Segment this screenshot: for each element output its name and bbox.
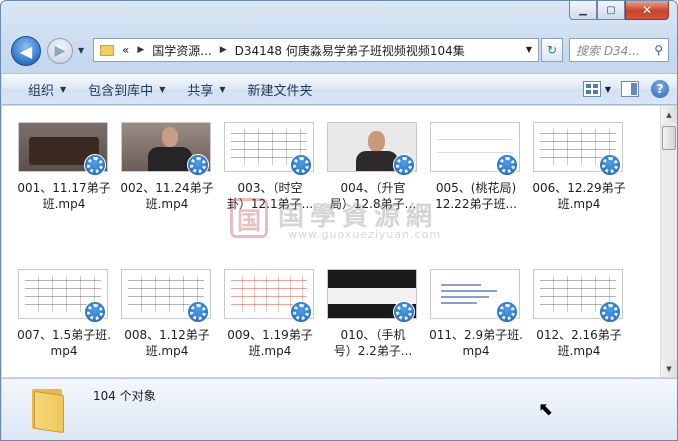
minimize-button[interactable]: ▁ [569,1,597,20]
item-count: 104 个对象 [93,389,156,403]
organize-label: 组织 [28,83,55,99]
close-button[interactable]: ✕ [625,1,669,20]
video-player-icon [496,301,518,323]
file-name: 001、11.17弟子 班.mp4 [17,181,111,211]
mouse-cursor-icon: ⬉ [538,399,554,420]
maximize-button[interactable]: ▢ [597,1,625,20]
video-player-icon [84,154,106,176]
share-menu[interactable]: 共享 ▼ [187,80,225,99]
recent-pages-dropdown[interactable]: ▼ [78,46,84,55]
folder-icon [100,44,114,56]
folder-icon [30,387,70,434]
file-name: 004、（升官 局）12.8弟子... [329,181,417,211]
file-name: 012、2.16弟子 班.mp4 [536,328,622,358]
file-name: 007、1.5弟子班. mp4 [17,328,111,358]
watermark-url: www.guoxueziyuan.com [288,228,442,241]
view-options-dropdown[interactable]: ▼ [605,85,611,94]
breadcrumb-parent[interactable]: 国学资源... [152,42,211,59]
video-player-icon [84,301,106,323]
file-name: 008、1.12弟子 班.mp4 [124,328,210,358]
video-player-icon [290,154,312,176]
include-library-label: 包含到库中 [88,83,154,99]
refresh-button[interactable]: ↻ [541,38,563,62]
change-view-icon[interactable] [582,81,601,97]
chevron-down-icon: ▼ [60,84,67,94]
video-player-icon [187,301,209,323]
search-placeholder: 搜索 D34... [576,43,640,58]
breadcrumb-separator-icon[interactable]: ▶ [220,45,227,55]
video-player-icon [393,154,415,176]
forward-arrow-icon: ▶ [54,43,66,59]
video-player-icon [599,301,621,323]
video-player-icon [393,301,415,323]
scroll-up-icon[interactable]: ▲ [661,106,677,123]
new-folder-label: 新建文件夹 [247,83,313,99]
organize-menu[interactable]: 组织 ▼ [28,80,66,99]
video-player-icon [599,154,621,176]
video-player-icon [187,154,209,176]
file-name: 003、（时空 卦）12.1弟子... [226,181,314,211]
include-in-library-menu[interactable]: 包含到库中 ▼ [88,80,165,99]
caption-buttons: ▁ ▢ ✕ [569,1,669,20]
breadcrumb-separator-icon[interactable]: ▶ [137,45,144,55]
vertical-scrollbar[interactable]: ▲ ▼ [660,106,677,377]
file-name: 005、(桃花局) 12.22弟子班... [435,181,517,211]
video-player-icon [496,154,518,176]
file-name: 010、（手机 号）2.2弟子... [333,328,413,358]
search-input[interactable]: 搜索 D34... ⚲ [569,38,669,62]
file-name: 011、2.9弟子班. mp4 [429,328,523,358]
forward-button[interactable]: ▶ [47,38,73,64]
explorer-window: ▁ ▢ ✕ ◀ ▶ ▼ « ▶ 国学资源... ▶ D34148 何庚淼易学弟子… [0,0,678,441]
scrollbar-thumb[interactable] [662,126,676,150]
search-icon[interactable]: ⚲ [654,43,663,57]
chevron-down-icon: ▼ [219,84,226,94]
video-player-icon [290,301,312,323]
breadcrumb: « ▶ 国学资源... ▶ D34148 何庚淼易学弟子班视频视频104集 [122,42,465,59]
details-pane: 104 个对象 ⬉ [2,378,677,440]
scroll-down-icon[interactable]: ▼ [661,360,677,377]
file-name: 009、1.19弟子 班.mp4 [227,328,313,358]
file-name: 002、11.24弟子 班.mp4 [120,181,214,211]
help-icon[interactable]: ? [651,80,669,98]
file-view: 001、11.17弟子 班.mp4 002、11.24弟子 班.mp4 003、（时… [2,106,677,377]
new-folder-button[interactable]: 新建文件夹 [248,80,313,99]
file-name: 006、12.29弟子 班.mp4 [532,181,626,211]
chevron-down-icon: ▼ [159,84,166,94]
share-label: 共享 [187,83,214,99]
breadcrumb-current[interactable]: D34148 何庚淼易学弟子班视频视频104集 [235,42,465,59]
command-bar: 组织 ▼ 包含到库中 ▼ 共享 ▼ 新建文件夹 ▼ ? [2,73,677,105]
address-dropdown-icon[interactable]: ▼ [526,45,532,54]
view-controls: ▼ ? [582,80,669,98]
breadcrumb-overflow[interactable]: « [122,43,129,57]
back-arrow-icon: ◀ [19,41,33,61]
navigation-bar: ◀ ▶ ▼ « ▶ 国学资源... ▶ D34148 何庚淼易学弟子班视频视频1… [9,33,669,67]
back-button[interactable]: ◀ [11,36,41,66]
refresh-icon: ↻ [546,43,558,57]
address-bar[interactable]: « ▶ 国学资源... ▶ D34148 何庚淼易学弟子班视频视频104集 ▼ [93,38,539,62]
preview-pane-icon[interactable] [621,81,639,97]
